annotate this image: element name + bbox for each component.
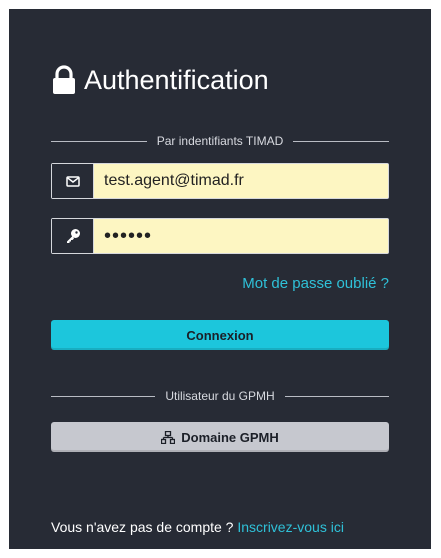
connect-button[interactable]: Connexion — [51, 320, 389, 350]
divider-line-right — [284, 395, 389, 397]
divider-line-left — [51, 140, 147, 142]
timad-section-divider: Par indentifiants TIMAD — [51, 131, 389, 151]
timad-section-label: Par indentifiants TIMAD — [156, 134, 284, 148]
divider-line-right — [293, 140, 389, 142]
key-icon — [52, 219, 94, 253]
page-title-text: Authentification — [84, 64, 269, 95]
password-field-group — [51, 218, 389, 254]
forgot-password-link[interactable]: Mot de passe oublié ? — [242, 275, 389, 292]
gpmh-section-label: Utilisateur du GPMH — [165, 389, 275, 403]
gpmh-button-label: Domaine GPMH — [181, 429, 279, 445]
email-input[interactable] — [94, 164, 388, 198]
gpmh-domain-button[interactable]: Domaine GPMH — [51, 422, 389, 452]
signup-line: Vous n'avez pas de compte ? Inscrivez-vo… — [51, 519, 344, 535]
page-title: Authentification — [52, 60, 269, 100]
divider-line-left — [51, 395, 156, 397]
network-icon — [161, 430, 176, 444]
login-panel: Authentification Par indentifiants TIMAD… — [9, 9, 431, 549]
password-input[interactable] — [94, 219, 388, 253]
signup-link[interactable]: Inscrivez-vous ici — [237, 519, 344, 535]
envelope-icon — [52, 164, 94, 198]
lock-icon — [53, 65, 75, 94]
gpmh-section-divider: Utilisateur du GPMH — [51, 386, 389, 406]
email-field-group — [51, 163, 389, 199]
signup-text: Vous n'avez pas de compte ? — [51, 519, 238, 535]
